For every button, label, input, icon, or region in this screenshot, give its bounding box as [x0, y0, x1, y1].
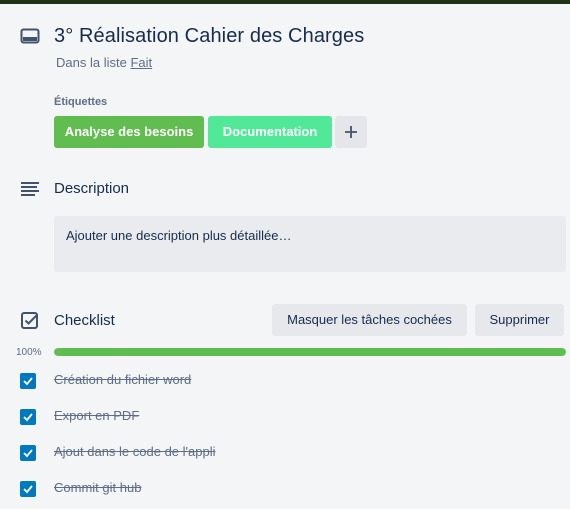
checklist-item-text[interactable]: Export en PDF [54, 408, 139, 423]
labels-heading: Étiquettes [54, 96, 108, 108]
in-list-prefix: Dans la liste [56, 55, 127, 70]
checklist-icon [20, 311, 40, 331]
checklist-heading[interactable]: Checklist [54, 312, 115, 329]
hide-checked-button[interactable]: Masquer les tâches cochées [272, 304, 467, 336]
checklist-item-text[interactable]: Ajout dans le code de l'appli [54, 444, 215, 459]
progress-bar [54, 348, 566, 356]
card-title[interactable]: 3° Réalisation Cahier des Charges [54, 25, 364, 48]
description-input[interactable]: Ajouter une description plus détaillée… [54, 216, 566, 272]
plus-icon [345, 126, 357, 138]
check-icon [23, 377, 33, 386]
checklist-item[interactable]: Création du fichier word [0, 367, 570, 395]
label-documentation[interactable]: Documentation [208, 116, 332, 148]
checkbox[interactable] [20, 373, 36, 389]
top-bar [0, 0, 570, 4]
label-analyse-des-besoins[interactable]: Analyse des besoins [54, 116, 204, 148]
description-icon [20, 179, 40, 199]
list-link[interactable]: Fait [130, 55, 152, 70]
checklist-item-text[interactable]: Commit git hub [54, 480, 141, 495]
delete-checklist-button[interactable]: Supprimer [475, 304, 564, 336]
description-heading: Description [54, 180, 130, 197]
check-icon [23, 413, 33, 422]
checklist-item[interactable]: Ajout dans le code de l'appli [0, 439, 570, 467]
checkbox[interactable] [20, 445, 36, 461]
progress-percent: 100% [16, 347, 42, 358]
card-icon [20, 26, 40, 46]
checklist-item-text[interactable]: Création du fichier word [54, 372, 191, 387]
in-list-line: Dans la liste Fait [56, 55, 152, 70]
check-icon [23, 485, 33, 494]
checkbox[interactable] [20, 409, 36, 425]
checklist-item[interactable]: Commit git hub [0, 475, 570, 503]
checklist-item[interactable]: Export en PDF [0, 403, 570, 431]
progress-fill [54, 348, 566, 356]
check-icon [23, 449, 33, 458]
checkbox[interactable] [20, 481, 36, 497]
add-label-button[interactable] [335, 116, 367, 148]
